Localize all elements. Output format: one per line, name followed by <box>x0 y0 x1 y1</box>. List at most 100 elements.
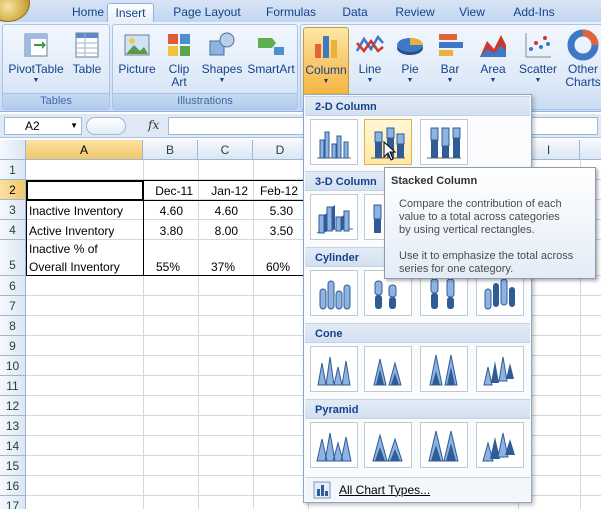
chevron-down-icon[interactable]: ▼ <box>70 118 78 134</box>
row-header-6[interactable]: 6 <box>0 276 26 296</box>
cell-c3[interactable]: 4.60 <box>198 204 238 218</box>
tab-formulas[interactable]: Formulas <box>260 3 322 22</box>
row-header-1[interactable]: 1 <box>0 160 26 180</box>
clustered-column-option[interactable] <box>310 119 358 165</box>
column-header-a[interactable]: A <box>26 140 143 160</box>
cell-c5[interactable]: 37% <box>198 260 235 274</box>
stacked-cone-option[interactable] <box>364 346 412 392</box>
row-header-4[interactable]: 4 <box>0 220 26 240</box>
row-header-7[interactable]: 7 <box>0 296 26 316</box>
cell-a5-line1[interactable]: Inactive % of <box>29 242 98 256</box>
cell-d4[interactable]: 3.50 <box>253 224 293 238</box>
picture-button[interactable]: Picture <box>115 27 159 93</box>
cell-d5[interactable]: 60% <box>253 260 290 274</box>
chevron-down-icon: ▼ <box>366 77 374 84</box>
line-chart-button[interactable]: Line ▼ <box>351 27 389 93</box>
name-box[interactable]: A2 ▼ <box>4 117 82 135</box>
cell-d2[interactable]: Feb-12 <box>253 184 298 198</box>
clustered-cone-option[interactable] <box>310 346 358 392</box>
cell-c2[interactable]: Jan-12 <box>198 184 248 198</box>
row-header-12[interactable]: 12 <box>0 396 26 416</box>
column-header-j[interactable] <box>580 140 601 160</box>
all-chart-types-label: All Chart Types... <box>339 483 431 497</box>
tooltip-line-4: Use it to emphasize the total across <box>399 250 574 262</box>
row-header-5[interactable]: 5 <box>0 240 26 276</box>
cell-a5-line2[interactable]: Overall Inventory <box>29 260 120 274</box>
table-button[interactable]: Table <box>67 27 107 93</box>
clustered-cylinder-option[interactable] <box>310 270 358 316</box>
row-header-9[interactable]: 9 <box>0 336 26 356</box>
cell-b5[interactable]: 55% <box>143 260 180 274</box>
cell-b3[interactable]: 4.60 <box>143 204 183 218</box>
column-header-c[interactable]: C <box>198 140 253 160</box>
chevron-down-icon: ▼ <box>406 77 414 84</box>
row-header-11[interactable]: 11 <box>0 376 26 396</box>
other-charts-label-2: Charts <box>565 75 601 89</box>
pie-label: Pie <box>401 62 419 76</box>
smartart-label: SmartArt <box>247 62 295 76</box>
3d-cone-option[interactable] <box>476 346 524 392</box>
stacked-pyramid-option[interactable] <box>364 422 412 468</box>
shapes-icon <box>209 32 235 56</box>
cell-a3[interactable]: Inactive Inventory <box>29 204 123 218</box>
all-chart-types-button[interactable]: All Chart Types... <box>305 477 530 501</box>
tab-view[interactable]: View <box>452 3 492 22</box>
pie-chart-button[interactable]: Pie ▼ <box>391 27 429 93</box>
tooltip-line-3: by using vertical rectangles. <box>399 224 535 236</box>
tab-review[interactable]: Review <box>389 3 441 22</box>
bar-chart-icon <box>439 34 463 56</box>
tooltip-line-2: value to a total across categories <box>399 211 560 223</box>
bar-chart-button[interactable]: Bar ▼ <box>431 27 469 93</box>
100-stacked-cone-option[interactable] <box>420 346 468 392</box>
tab-page-layout[interactable]: Page Layout <box>168 3 246 22</box>
line-label: Line <box>358 62 382 76</box>
row-header-13[interactable]: 13 <box>0 416 26 436</box>
column-chart-button[interactable]: Column ▼ <box>303 27 349 97</box>
select-all-corner[interactable] <box>0 140 26 160</box>
cell-a4[interactable]: Active Inventory <box>29 224 114 238</box>
column-header-d[interactable]: D <box>253 140 308 160</box>
row-header-15[interactable]: 15 <box>0 456 26 476</box>
insert-function-icon[interactable]: fx <box>148 118 159 132</box>
100-stacked-column-option[interactable] <box>420 119 468 165</box>
tab-data[interactable]: Data <box>335 3 375 22</box>
cell-d3[interactable]: 5.30 <box>253 204 293 218</box>
cell-b2[interactable]: Dec-11 <box>143 184 193 198</box>
100-stacked-pyramid-option[interactable] <box>420 422 468 468</box>
row-header-16[interactable]: 16 <box>0 476 26 496</box>
row-header-14[interactable]: 14 <box>0 436 26 456</box>
chevron-down-icon: ▼ <box>218 77 226 84</box>
tab-add-ins[interactable]: Add-Ins <box>506 3 562 22</box>
3d-clustered-column-option[interactable] <box>310 194 358 240</box>
3d-cylinder-icon <box>484 278 515 310</box>
cell-b4[interactable]: 3.80 <box>143 224 183 238</box>
doughnut-chart-icon <box>567 29 599 61</box>
tab-insert[interactable]: Insert <box>107 3 154 22</box>
tooltip-title: Stacked Column <box>391 175 478 187</box>
stacked-cylinder-icon <box>374 280 397 309</box>
cell-c4[interactable]: 8.00 <box>198 224 238 238</box>
100-stacked-column-icon <box>427 127 461 159</box>
scatter-chart-button[interactable]: Scatter ▼ <box>515 27 561 93</box>
line-chart-icon <box>355 34 384 54</box>
other-charts-button[interactable]: Other Charts <box>563 27 601 93</box>
row-header-17[interactable]: 17 <box>0 496 26 509</box>
shapes-button[interactable]: Shapes ▼ <box>199 27 245 93</box>
clustered-cone-icon <box>317 356 351 386</box>
column-label: Column <box>305 63 347 77</box>
row-header-2[interactable]: 2 <box>0 180 26 200</box>
smartart-button[interactable]: SmartArt <box>245 27 297 93</box>
row-header-8[interactable]: 8 <box>0 316 26 336</box>
chevron-down-icon: ▼ <box>32 77 40 84</box>
area-chart-button[interactable]: Area ▼ <box>473 27 513 93</box>
row-header-3[interactable]: 3 <box>0 200 26 220</box>
3d-pyramid-option[interactable] <box>476 422 524 468</box>
formula-buttons-oval[interactable] <box>86 117 126 135</box>
column-header-b[interactable]: B <box>143 140 198 160</box>
row-header-10[interactable]: 10 <box>0 356 26 376</box>
tooltip-line-5: series for one category. <box>399 263 514 275</box>
office-button[interactable] <box>0 0 30 22</box>
pivottable-button[interactable]: PivotTable ▼ <box>7 27 65 93</box>
clustered-pyramid-option[interactable] <box>310 422 358 468</box>
clip-art-button[interactable]: Clip Art <box>161 27 197 93</box>
